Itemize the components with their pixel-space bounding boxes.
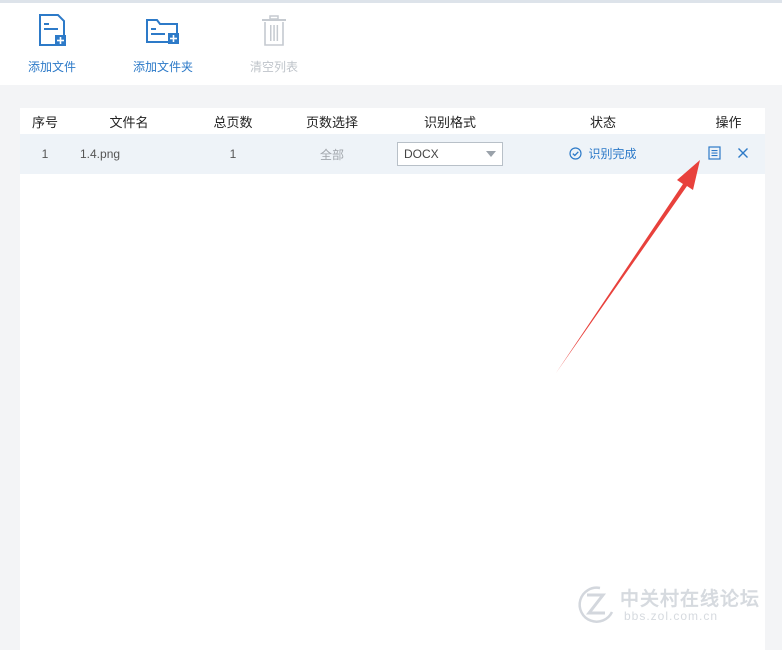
add-folder-label: 添加文件夹 bbox=[132, 60, 193, 74]
status-badge: 识别完成 bbox=[569, 145, 637, 162]
status-text: 识别完成 bbox=[588, 147, 637, 161]
header-index: 序号 bbox=[31, 114, 58, 130]
add-folder-button[interactable]: 添加文件夹 bbox=[118, 11, 208, 81]
row-actions-cell bbox=[692, 145, 765, 163]
format-select[interactable]: DOCX bbox=[397, 142, 503, 166]
add-file-icon bbox=[32, 11, 72, 51]
format-select-value: DOCX bbox=[404, 147, 439, 161]
header-page-select: 页数选择 bbox=[305, 114, 358, 130]
clear-list-button[interactable]: 清空列表 bbox=[229, 11, 319, 81]
row-index: 1 bbox=[41, 147, 49, 161]
document-icon[interactable] bbox=[708, 145, 721, 160]
row-filename: 1.4.png bbox=[80, 147, 121, 161]
row-page-select[interactable]: 全部 bbox=[278, 146, 386, 163]
row-format-cell: DOCX bbox=[386, 142, 514, 166]
header-status: 状态 bbox=[589, 114, 616, 130]
row-status-cell: 识别完成 bbox=[514, 145, 692, 163]
trash-icon bbox=[254, 11, 294, 51]
check-circle-icon bbox=[569, 147, 583, 160]
toolbar: 添加文件 添加文件夹 清空列表 bbox=[0, 3, 782, 85]
file-list-panel: 序号 文件名 总页数 页数选择 识别格式 状态 操作 1 1.4.png 1 全… bbox=[20, 108, 765, 650]
add-file-label: 添加文件 bbox=[27, 60, 76, 74]
header-total-pages: 总页数 bbox=[213, 114, 253, 130]
header-format: 识别格式 bbox=[423, 114, 476, 130]
row-total-pages: 1 bbox=[229, 147, 237, 161]
header-filename: 文件名 bbox=[109, 114, 149, 130]
close-icon[interactable] bbox=[737, 147, 749, 159]
table-header: 序号 文件名 总页数 页数选择 识别格式 状态 操作 bbox=[20, 108, 765, 134]
clear-list-label: 清空列表 bbox=[249, 60, 298, 74]
table-row[interactable]: 1 1.4.png 1 全部 DOCX 识别完成 bbox=[20, 134, 765, 174]
add-file-button[interactable]: 添加文件 bbox=[7, 11, 97, 81]
row-actions bbox=[708, 145, 749, 160]
chevron-down-icon bbox=[486, 151, 496, 157]
header-actions: 操作 bbox=[715, 114, 742, 130]
add-folder-icon bbox=[143, 11, 183, 51]
